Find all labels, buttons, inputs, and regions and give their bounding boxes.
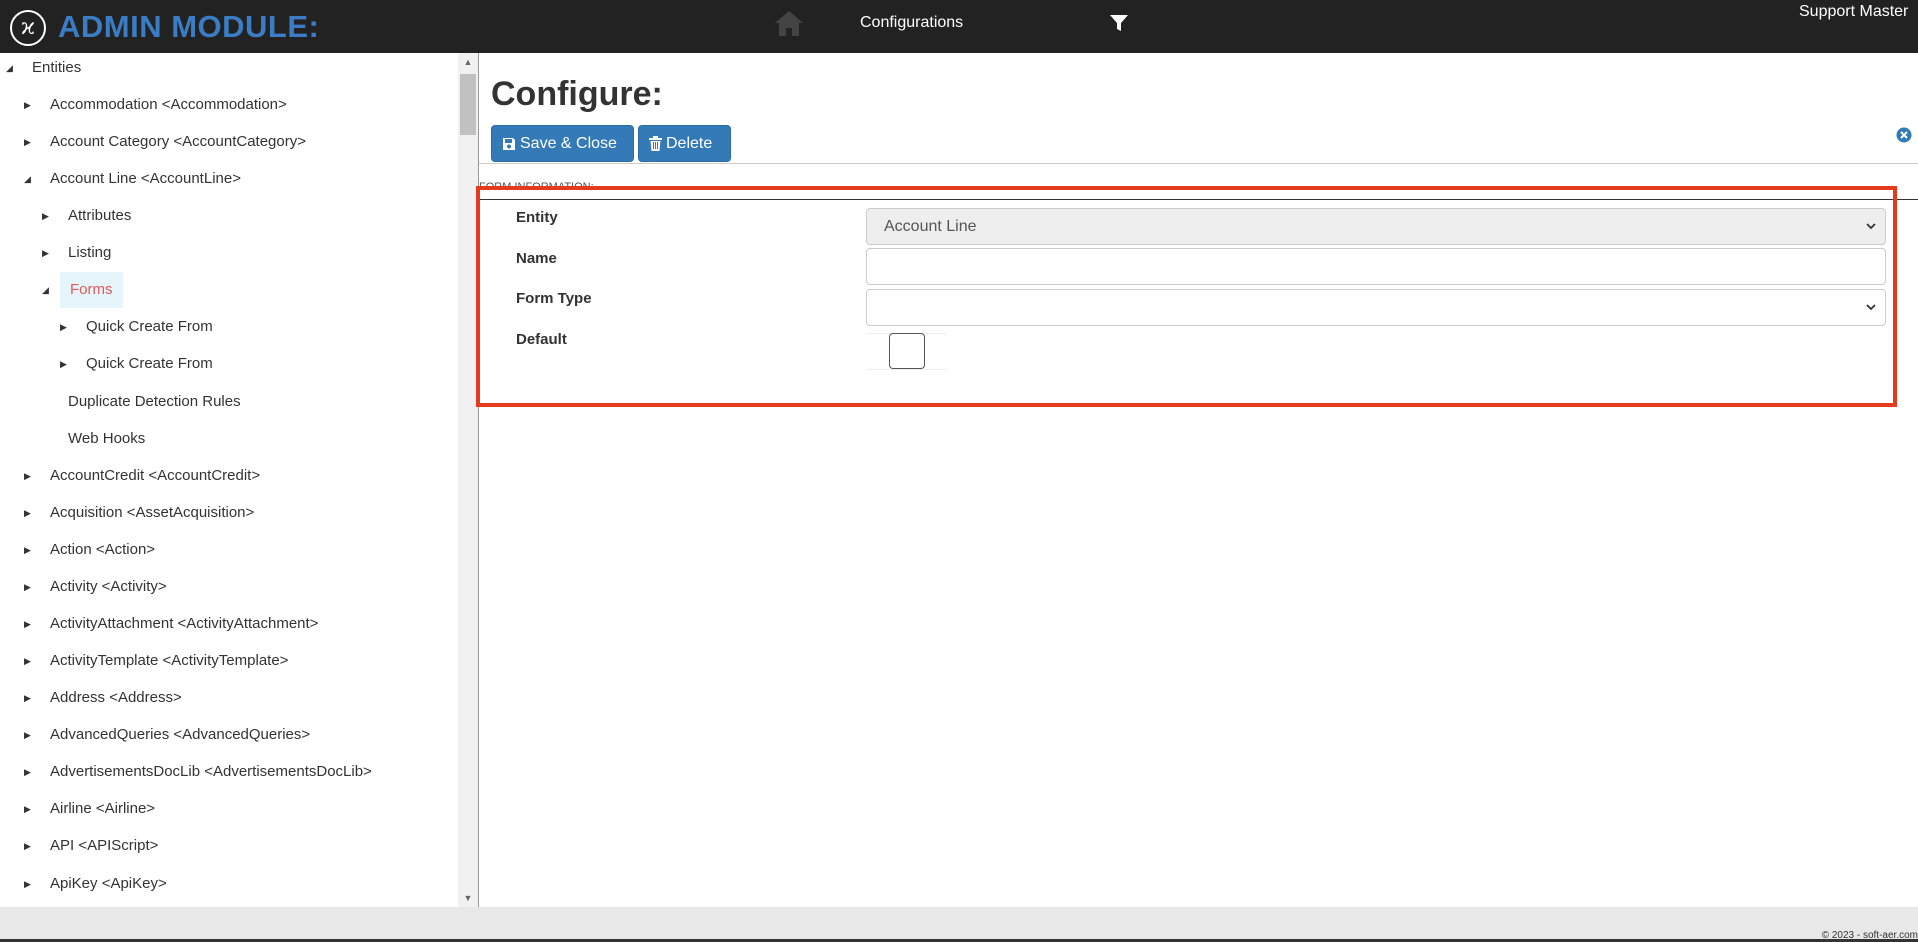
trash-icon <box>649 136 662 152</box>
expand-triangle-icon[interactable]: ▶ <box>24 498 36 528</box>
tree-item-label: Entities <box>32 59 82 76</box>
tree-item-label: ApiKey <ApiKey> <box>50 875 167 892</box>
tree-item-label: Web Hooks <box>68 430 146 447</box>
tree-item-label: ActivityTemplate <ActivityTemplate> <box>50 652 289 669</box>
home-icon[interactable] <box>773 9 805 37</box>
tree-item-label-active: Forms <box>60 272 123 308</box>
tree-item-label: Duplicate Detection Rules <box>68 393 241 410</box>
expand-triangle-icon[interactable]: ▶ <box>24 831 36 861</box>
tree-item-label: AccountCredit <AccountCredit> <box>50 467 261 484</box>
expand-triangle-icon[interactable]: ▶ <box>24 127 36 157</box>
tree-item-label: ActivityAttachment <ActivityAttachment> <box>50 615 319 632</box>
sidebar-scrollbar[interactable]: ▲ ▼ <box>458 53 478 907</box>
expand-triangle-icon[interactable]: ▶ <box>60 349 72 379</box>
user-menu[interactable]: Support Master <box>1799 3 1908 21</box>
collapse-triangle-icon[interactable]: ◢ <box>6 53 18 83</box>
expand-triangle-icon[interactable]: ▶ <box>24 757 36 787</box>
tree-item-label: AdvertisementsDocLib <AdvertisementsDocL… <box>50 763 372 780</box>
expand-triangle-icon[interactable]: ▶ <box>24 609 36 639</box>
close-icon[interactable] <box>1896 127 1912 143</box>
app-title: ADMIN MODULE: <box>58 9 320 44</box>
tree-item-label: Account Category <AccountCategory> <box>50 133 306 150</box>
tree-item-label: Listing <box>68 244 112 261</box>
tree-item-label: Accommodation <Accommodation> <box>50 96 287 113</box>
tree-item-label: Activity <Activity> <box>50 578 167 595</box>
expand-triangle-icon[interactable]: ▶ <box>24 535 36 565</box>
scroll-up-arrow-icon[interactable]: ▲ <box>458 53 478 71</box>
nav-configurations-link[interactable]: Configurations <box>860 14 963 32</box>
tree-item-label: Address <Address> <box>50 689 182 706</box>
delete-button[interactable]: Delete <box>638 125 731 162</box>
header-divider <box>479 163 1918 164</box>
tree-item-label: Acquisition <AssetAcquisition> <box>50 504 255 521</box>
tree-item-label: Attributes <box>68 207 132 224</box>
expand-triangle-icon[interactable]: ▶ <box>24 869 36 899</box>
save-close-label: Save & Close <box>520 135 617 152</box>
save-icon <box>503 137 515 150</box>
expand-triangle-icon[interactable]: ▶ <box>24 646 36 676</box>
expand-triangle-icon[interactable]: ▶ <box>24 461 36 491</box>
expand-triangle-icon[interactable]: ▶ <box>60 312 72 342</box>
logo-icon: ϰ <box>10 10 46 46</box>
page-title: Configure: <box>491 75 663 113</box>
expand-triangle-icon[interactable]: ▶ <box>24 794 36 824</box>
tree-item-label: Quick Create From <box>86 318 213 335</box>
save-close-button[interactable]: Save & Close <box>491 125 634 162</box>
tree-item-label: Action <Action> <box>50 541 156 558</box>
expand-triangle-icon[interactable]: ▶ <box>24 572 36 602</box>
scrollbar-thumb[interactable] <box>460 74 476 135</box>
expand-triangle-icon[interactable]: ▶ <box>24 720 36 750</box>
expand-triangle-icon[interactable]: ▶ <box>24 90 36 120</box>
scroll-down-arrow-icon[interactable]: ▼ <box>458 889 478 907</box>
collapse-triangle-icon[interactable]: ◢ <box>42 275 54 305</box>
expand-triangle-icon[interactable]: ▶ <box>42 201 54 231</box>
delete-label: Delete <box>666 135 713 152</box>
expand-triangle-icon[interactable]: ▶ <box>42 238 54 268</box>
tree-item-label: AdvancedQueries <AdvancedQueries> <box>50 726 311 743</box>
highlight-annotation-box <box>476 186 1897 407</box>
entity-tree-sidebar: ◢ Entities ▶ Accommodation <Accommodatio… <box>0 53 458 907</box>
tree-item-label: API <APIScript> <box>50 837 159 854</box>
collapse-triangle-icon[interactable]: ◢ <box>24 164 36 194</box>
top-bar: ϰ ADMIN MODULE: Configurations Support M… <box>0 0 1918 53</box>
tree-item-label: Account Line <AccountLine> <box>50 170 241 187</box>
filter-icon[interactable] <box>1109 14 1129 32</box>
tree-item-label: Airline <Airline> <box>50 800 156 817</box>
tree-item-label: Quick Create From <box>86 355 213 372</box>
expand-triangle-icon[interactable]: ▶ <box>24 683 36 713</box>
footer: © 2023 - soft-aer.com <box>0 907 1918 942</box>
